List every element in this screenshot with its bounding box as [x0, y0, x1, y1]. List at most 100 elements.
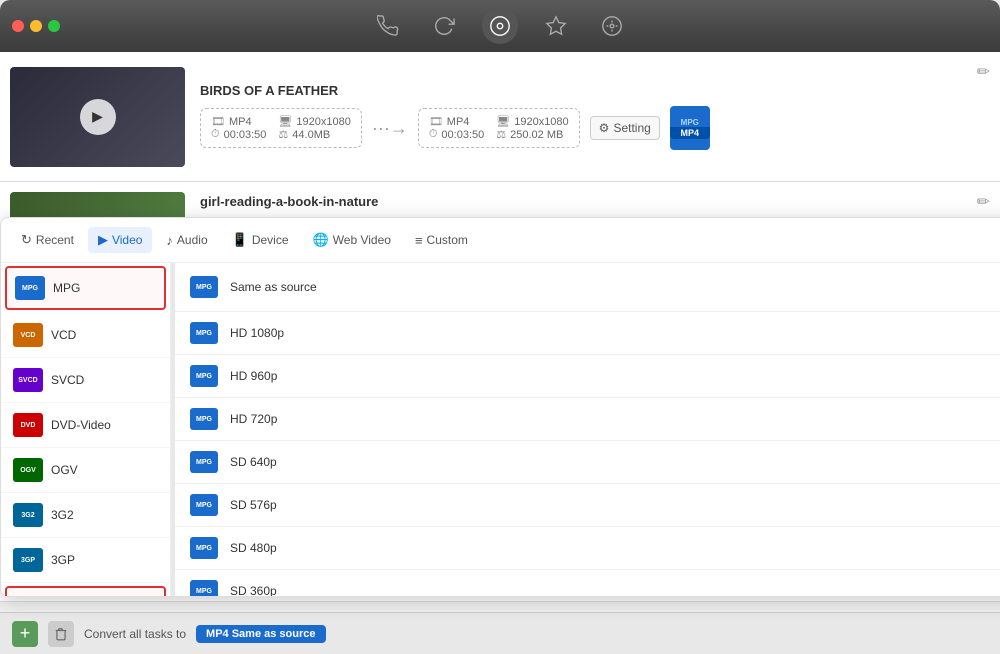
display-icon: 🖥 — [278, 115, 292, 128]
hd960-icon: MPG — [190, 365, 218, 387]
bottom-format-badge[interactable]: MP4 Same as source — [196, 625, 325, 643]
tab-web-video[interactable]: 🌐 Web Video — [303, 227, 401, 253]
output-specs-1: 🎞 MP4 ⏱ 00:03:50 🖥 1920x1080 — [418, 108, 580, 148]
resolution-1: 🖥 1920x1080 — [278, 115, 350, 128]
minimize-button[interactable] — [30, 20, 42, 32]
tab-custom[interactable]: ≡ Custom — [405, 228, 478, 253]
input-duration-1: ⏱ 00:03:50 — [211, 128, 266, 141]
edit-button-2[interactable]: ✏ — [977, 192, 990, 212]
format-item-ts[interactable]: TS TS — [5, 586, 166, 596]
clock-icon: ⏱ — [211, 128, 220, 141]
format-item-vcd[interactable]: VCD VCD — [1, 313, 170, 358]
vcd-label: VCD — [51, 328, 76, 342]
sd480-icon: MPG — [190, 537, 218, 559]
tab-device-label: Device — [252, 233, 289, 247]
video-tab-icon: ▶ — [98, 232, 108, 248]
mpg-label: MPG — [53, 281, 80, 295]
quality-name-same: Same as source — [230, 280, 1000, 294]
audio-tab-icon: ♪ — [166, 233, 173, 248]
play-button-1[interactable]: ▶ — [80, 99, 116, 135]
output-format-1: 🎞 MP4 ⏱ 00:03:50 — [429, 115, 484, 141]
quality-name-hd720: HD 720p — [230, 412, 1000, 426]
clock-out-icon: ⏱ — [429, 128, 438, 141]
quality-hd960[interactable]: MPG HD 960p 1280*960 — [175, 355, 1000, 398]
video-title-2: girl-reading-a-book-in-nature — [200, 194, 975, 209]
sparkle-icon[interactable] — [538, 8, 574, 44]
quality-name-hd1080: HD 1080p — [230, 326, 1000, 340]
tab-video[interactable]: ▶ Video — [88, 227, 152, 253]
3gp-label: 3GP — [51, 553, 75, 567]
edit-button-1[interactable]: ✏ — [977, 62, 990, 82]
arrow-icon: ···→ — [372, 118, 408, 139]
tab-recent-label: Recent — [36, 233, 74, 247]
delete-task-button[interactable] — [48, 621, 74, 647]
out-filesize-1: ⚖ 250.02 MB — [496, 128, 568, 141]
format-selector: ↻ Recent ▶ Video ♪ Audio 📱 — [0, 217, 1000, 597]
vcd-badge: VCD — [13, 323, 43, 347]
main-content: ▶ BIRDS OF A FEATHER 🎞 MP4 ⏱ 00:03: — [0, 52, 1000, 654]
3gp-badge: 3GP — [13, 548, 43, 572]
convert-label: Convert all tasks to — [84, 627, 186, 641]
video-info-1: BIRDS OF A FEATHER 🎞 MP4 ⏱ 00:03:50 — [185, 83, 990, 150]
sd640-icon: MPG — [190, 451, 218, 473]
tab-audio-label: Audio — [177, 233, 208, 247]
3g2-badge: 3G2 — [13, 503, 43, 527]
quality-hd720[interactable]: MPG HD 720p 1280*720 — [175, 398, 1000, 441]
svcd-badge: SVCD — [13, 368, 43, 392]
input-specs-1: 🎞 MP4 ⏱ 00:03:50 🖥 1920x1080 — [200, 108, 362, 148]
format-item-svcd[interactable]: SVCD SVCD — [1, 358, 170, 403]
out-resolution-1: 🖥 1920x1080 — [496, 115, 568, 128]
tab-recent[interactable]: ↻ Recent — [11, 227, 84, 253]
refresh-icon[interactable] — [426, 8, 462, 44]
quality-sd480[interactable]: MPG SD 480p 640*480 — [175, 527, 1000, 570]
format-item-mpg[interactable]: MPG MPG — [5, 266, 166, 310]
close-button[interactable] — [12, 20, 24, 32]
format-tabs: ↻ Recent ▶ Video ♪ Audio 📱 — [1, 218, 1000, 263]
format-item-dvd[interactable]: DVD DVD-Video — [1, 403, 170, 448]
hd720-icon: MPG — [190, 408, 218, 430]
same-source-icon: MPG — [190, 276, 218, 298]
quality-sd576[interactable]: MPG SD 576p 768*576 — [175, 484, 1000, 527]
film-icon: 🎞 — [211, 115, 225, 128]
quality-sd360[interactable]: MPG SD 360p 480*360 — [175, 570, 1000, 596]
setting-label: Setting — [613, 121, 650, 135]
quality-same-as-source[interactable]: MPG Same as source Auto ⚙ — [175, 263, 1000, 312]
tab-device[interactable]: 📱 Device — [222, 227, 299, 253]
size-out-icon: ⚖ — [496, 128, 506, 141]
add-task-button[interactable]: + — [12, 621, 38, 647]
tab-audio[interactable]: ♪ Audio — [156, 228, 217, 253]
dvd-badge: DVD — [13, 413, 43, 437]
sd360-icon: MPG — [190, 580, 218, 596]
nav-icons — [370, 8, 630, 44]
quality-sd640[interactable]: MPG SD 640p 960*640 — [175, 441, 1000, 484]
phone-icon[interactable] — [370, 8, 406, 44]
disc-icon[interactable] — [594, 8, 630, 44]
gear-setting-icon: ⚙ — [599, 121, 610, 135]
hd1080-icon: MPG — [190, 322, 218, 344]
ogv-badge: OGV — [13, 458, 43, 482]
format-item-ogv[interactable]: OGV OGV — [1, 448, 170, 493]
video-item-1: ▶ BIRDS OF A FEATHER 🎞 MP4 ⏱ 00:03: — [0, 52, 1000, 182]
tab-video-label: Video — [112, 233, 142, 247]
app-window: ▶ BIRDS OF A FEATHER 🎞 MP4 ⏱ 00:03: — [0, 0, 1000, 654]
web-tab-icon: 🌐 — [313, 232, 329, 248]
maximize-button[interactable] — [48, 20, 60, 32]
output-duration-1: ⏱ 00:03:50 — [429, 128, 484, 141]
display-out-icon: 🖥 — [496, 115, 510, 128]
filesize-1: ⚖ 44.0MB — [278, 128, 350, 141]
quality-hd1080[interactable]: MPG HD 1080p 1920*1080 — [175, 312, 1000, 355]
setting-button-1[interactable]: ⚙ Setting — [590, 116, 660, 140]
thumbnail-1[interactable]: ▶ — [10, 67, 185, 167]
output-format-label-1: 🎞 MP4 — [429, 115, 484, 128]
format-item-3gp[interactable]: 3GP 3GP — [1, 538, 170, 583]
bottom-bar: + Convert all tasks to MP4 Same as sourc… — [0, 612, 1000, 654]
video-info-2: girl-reading-a-book-in-nature 🎞 MP4 ⏱ 00… — [185, 192, 990, 230]
output-format-badge-1[interactable]: MPG MP4 — [670, 106, 710, 150]
custom-tab-icon: ≡ — [415, 233, 423, 248]
format-body: MPG MPG VCD VCD SVCD SVCD — [1, 263, 1000, 596]
tab-web-label: Web Video — [333, 233, 391, 247]
device-tab-icon: 📱 — [232, 232, 248, 248]
format-item-3g2[interactable]: 3G2 3G2 — [1, 493, 170, 538]
ogv-label: OGV — [51, 463, 78, 477]
video-convert-icon[interactable] — [482, 8, 518, 44]
